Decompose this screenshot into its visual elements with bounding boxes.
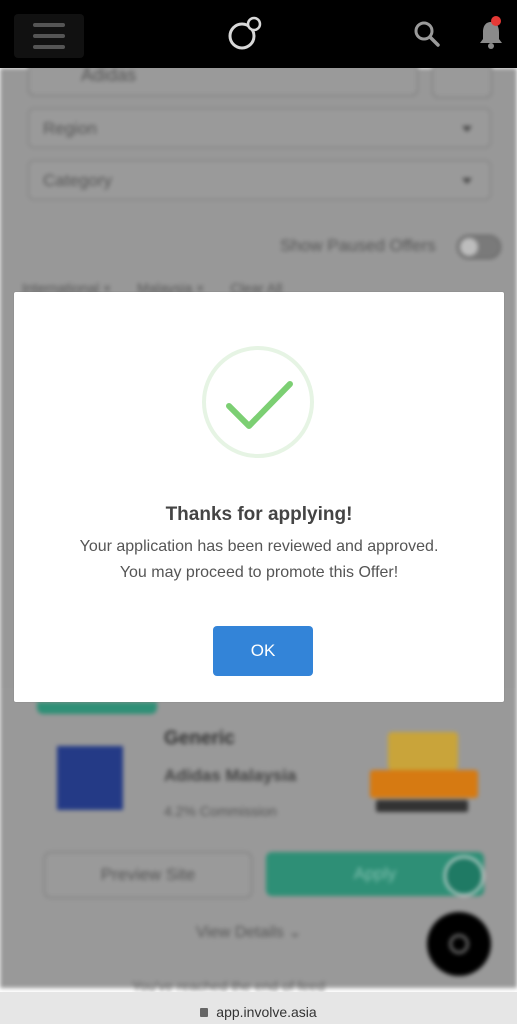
merchant-logo: [57, 746, 123, 810]
browser-url-bar[interactable]: app.involve.asia: [0, 992, 517, 1024]
hamburger-menu-icon[interactable]: [14, 14, 84, 58]
lock-icon: [200, 1008, 209, 1017]
search-input-value: Adidas: [81, 65, 137, 85]
region-select-label: Region: [43, 119, 97, 138]
modal-message-line2: You may proceed to promote this Offer!: [119, 564, 399, 581]
chevron-down-icon: [462, 126, 472, 132]
scroll-to-top-button[interactable]: [444, 856, 484, 896]
region-select[interactable]: Region: [28, 108, 491, 148]
page: Adidas Region Category Show Paused Offer…: [0, 0, 517, 1024]
preview-site-button[interactable]: Preview Site: [44, 852, 252, 898]
view-details-link[interactable]: View Details ⌄: [196, 922, 302, 942]
check-circle-icon: [202, 346, 314, 458]
success-modal: Thanks for applying! Your application ha…: [14, 292, 504, 702]
url-text: app.involve.asia: [216, 1004, 317, 1020]
category-select[interactable]: Category: [28, 160, 491, 200]
notification-badge: [491, 16, 501, 26]
modal-message-line1: Your application has been reviewed and a…: [79, 538, 439, 555]
offer-banner-image: [370, 728, 480, 818]
offer-commission: 4.2% Commission: [164, 803, 277, 819]
chevron-down-icon: [462, 178, 472, 184]
logo-icon[interactable]: [226, 16, 262, 52]
offer-title: Generic: [164, 728, 235, 749]
top-nav-bar: [0, 0, 517, 68]
ok-button[interactable]: OK: [213, 626, 313, 676]
offer-tag: [37, 702, 157, 714]
category-select-label: Category: [43, 171, 112, 190]
show-paused-toggle[interactable]: [457, 235, 501, 259]
modal-title: Thanks for applying!: [165, 504, 353, 525]
show-paused-label: Show Paused Offers: [280, 236, 436, 255]
search-icon[interactable]: [413, 20, 441, 48]
offer-merchant[interactable]: Adidas Malaysia: [164, 766, 296, 786]
chat-button[interactable]: [427, 912, 491, 976]
